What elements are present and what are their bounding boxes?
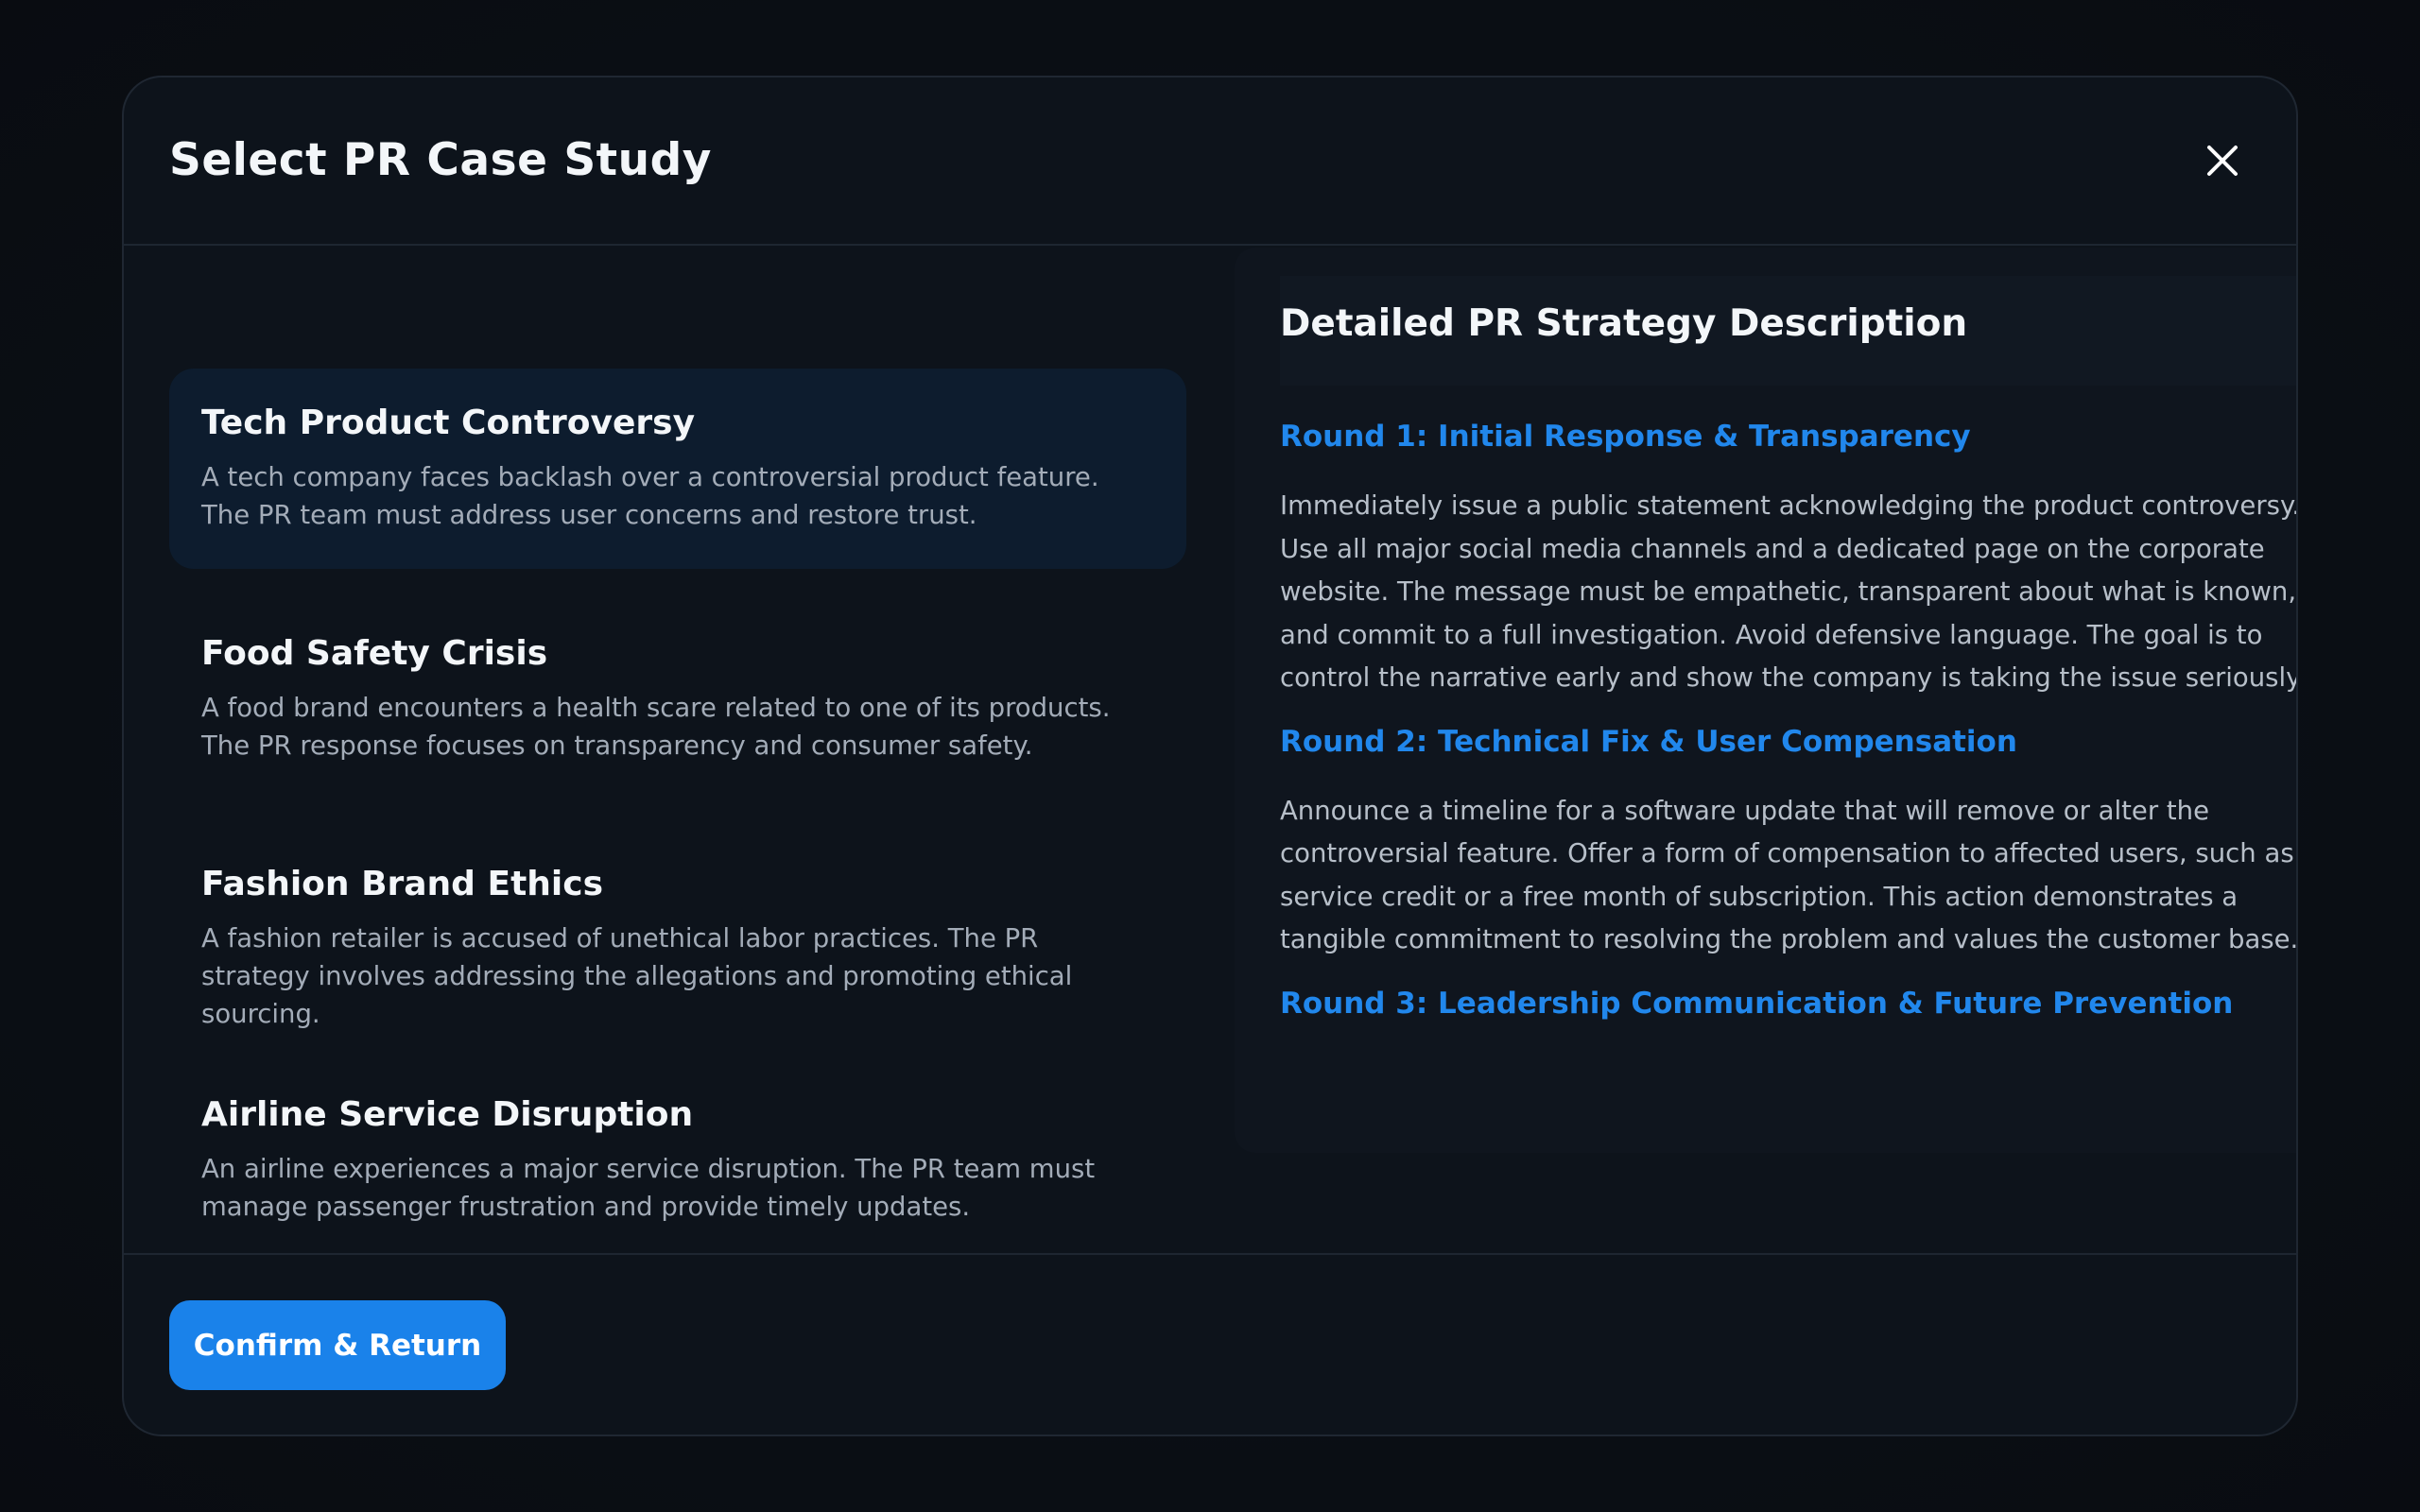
case-title: Tech Product Controversy [201,404,696,442]
close-button[interactable] [2202,140,2243,181]
modal-body: Tech Product Controversy A tech company … [124,248,2296,1327]
modal-footer: Confirm & Return [124,1253,2296,1435]
detail-heading: Detailed PR Strategy Description [1280,276,2296,386]
case-item-food-safety-crisis[interactable]: Food Safety Crisis A food brand encounte… [169,599,1186,799]
round-2-title: Round 2: Technical Fix & User Compensati… [1280,724,2017,759]
case-title: Food Safety Crisis [201,634,548,673]
round-2-body: Announce a timeline for a software updat… [1280,795,2298,955]
strategy-detail-panel[interactable]: Detailed PR Strategy Description Round 1… [1235,248,2298,1153]
confirm-return-button[interactable]: Confirm & Return [169,1300,506,1390]
close-icon [2207,146,2238,176]
modal-header: Select PR Case Study [124,77,2296,246]
case-description: A tech company faces backlash over a con… [201,462,1099,531]
case-description: A food brand encounters a health scare r… [201,693,1111,762]
case-item-tech-product-controversy[interactable]: Tech Product Controversy A tech company … [169,369,1186,569]
case-description: A fashion retailer is accused of unethic… [201,923,1073,1030]
modal-title: Select PR Case Study [169,134,712,186]
round-1-body: Immediately issue a public statement ack… [1280,490,2298,694]
case-list: Tech Product Controversy A tech company … [169,248,1186,1291]
case-title: Airline Service Disruption [201,1095,694,1134]
round-1-title: Round 1: Initial Response & Transparency [1280,420,1971,454]
case-item-airline-service-disruption[interactable]: Airline Service Disruption An airline ex… [169,1060,1186,1261]
case-title: Fashion Brand Ethics [201,865,604,903]
case-description: An airline experiences a major service d… [201,1154,1096,1223]
round-3-title: Round 3: Leadership Communication & Futu… [1280,986,2234,1021]
case-study-modal: Select PR Case Study Tech Product Contro… [122,76,2298,1436]
case-item-fashion-brand-ethics[interactable]: Fashion Brand Ethics A fashion retailer … [169,830,1186,1030]
